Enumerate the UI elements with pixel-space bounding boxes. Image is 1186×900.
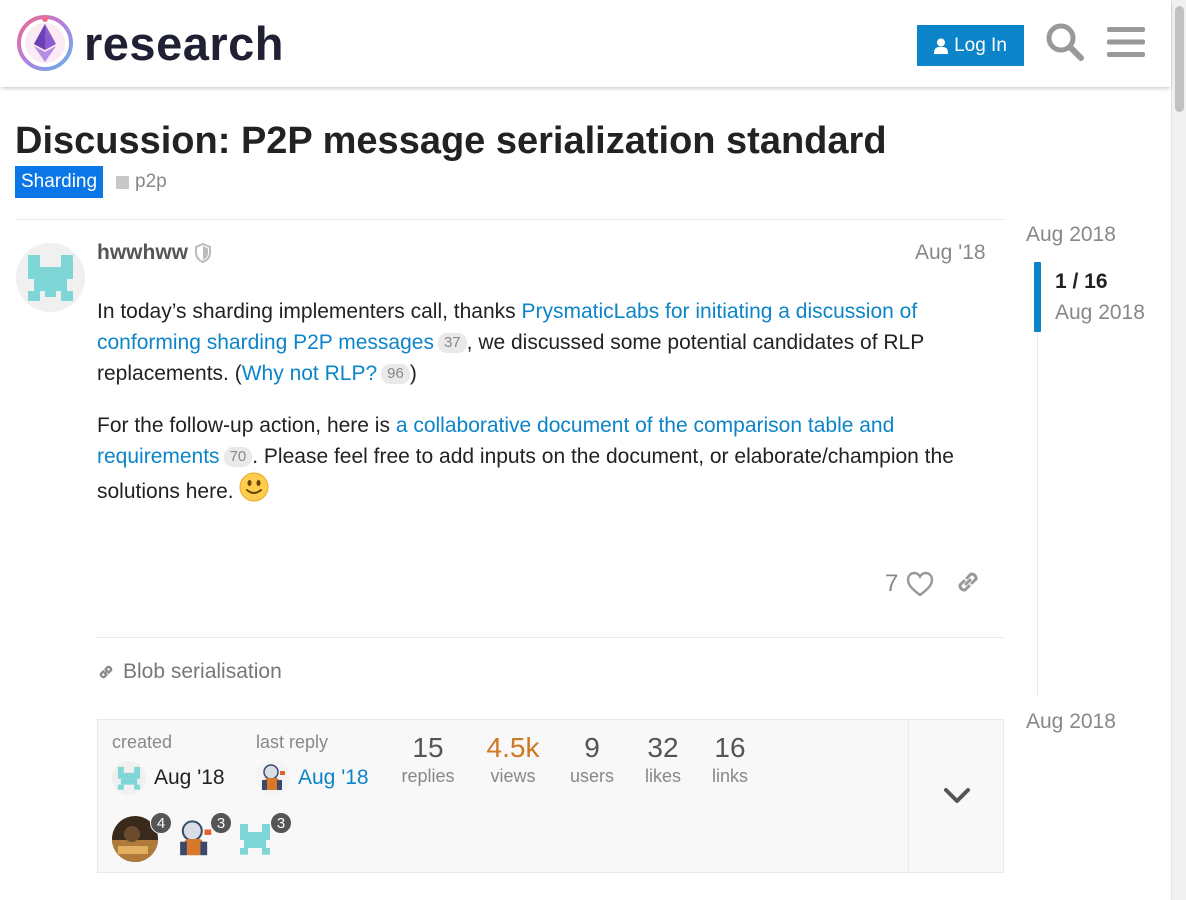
views-count: 4.5k	[486, 732, 540, 763]
stat-users: 9 users	[568, 732, 616, 787]
post-author[interactable]: hwwhww	[97, 241, 212, 265]
hamburger-menu-icon	[1107, 27, 1145, 57]
slightly-smiling-face-icon	[239, 472, 269, 502]
login-label: Log In	[954, 34, 1007, 56]
identicon-avatar-icon	[16, 243, 85, 312]
timeline-end-date[interactable]: Aug 2018	[1026, 710, 1116, 734]
like-button[interactable]: 7	[885, 570, 934, 598]
divider	[15, 219, 1004, 220]
participant-avatar[interactable]: 3	[232, 812, 292, 862]
like-count: 7	[885, 570, 899, 597]
post-text: For the follow-up action, here is	[97, 414, 396, 437]
timeline-scroll-handle[interactable]	[1034, 262, 1041, 332]
last-replier-avatar[interactable]	[256, 761, 290, 795]
identicon-avatar-icon	[112, 761, 146, 795]
shield-icon	[195, 243, 211, 263]
participant-post-count: 4	[150, 812, 172, 834]
tag-label: p2p	[135, 171, 167, 192]
astronaut-avatar-icon	[256, 761, 290, 795]
topic-map: created Aug '18 last reply Aug '18 15 re…	[97, 719, 1004, 873]
participants-list: 4 3 3	[112, 812, 292, 862]
user-icon	[934, 38, 949, 54]
search-button[interactable]	[1043, 20, 1087, 64]
why-not-rlp-link[interactable]: Why not RLP?	[242, 362, 377, 385]
created-info: created Aug '18	[112, 732, 225, 795]
tag-p2p[interactable]: p2p	[116, 166, 167, 198]
likes-label: likes	[644, 766, 681, 786]
ethereum-logo-icon	[17, 15, 73, 71]
site-logo[interactable]: research	[16, 14, 284, 72]
timeline-position-date: Aug 2018	[1055, 301, 1145, 324]
divider	[97, 637, 1004, 638]
share-link-button[interactable]	[954, 568, 982, 601]
participant-avatar[interactable]: 4	[112, 812, 172, 862]
tag-square-icon	[116, 175, 129, 189]
linked-topic[interactable]: Blob serialisation	[97, 660, 282, 684]
heart-icon	[907, 571, 934, 597]
linked-topic-title[interactable]: Blob serialisation	[123, 660, 282, 684]
scrollbar-thumb[interactable]	[1175, 6, 1184, 112]
last-reply-info[interactable]: last reply Aug '18	[256, 732, 369, 795]
likes-count: 32	[647, 732, 679, 763]
stat-likes: 32 likes	[641, 732, 685, 787]
links-count: 16	[714, 732, 746, 763]
participant-avatar[interactable]: 3	[172, 812, 232, 862]
post-paragraph-2: For the follow-up action, here is a coll…	[97, 410, 987, 507]
search-icon	[1046, 23, 1084, 61]
users-count: 9	[584, 732, 600, 763]
last-reply-date[interactable]: Aug '18	[298, 766, 369, 790]
topic-map-summary: created Aug '18 last reply Aug '18 15 re…	[98, 720, 908, 872]
menu-button[interactable]	[1104, 20, 1148, 64]
link-icon	[958, 572, 978, 591]
site-name: research	[84, 16, 284, 70]
timeline-position: 1 / 16	[1055, 270, 1108, 293]
post-body: In today’s sharding implementers call, t…	[97, 296, 987, 528]
post-text: In today’s sharding implementers call, t…	[97, 300, 522, 323]
link-click-count: 37	[437, 333, 467, 353]
created-date: Aug '18	[154, 766, 225, 789]
last-reply-label: last reply	[256, 732, 329, 752]
page-scrollbar[interactable]	[1171, 0, 1186, 900]
links-label: links	[711, 766, 748, 786]
username[interactable]: hwwhww	[97, 241, 188, 265]
link-click-count: 70	[223, 447, 253, 467]
views-label: views	[490, 766, 536, 786]
post-actions: 7	[885, 565, 982, 603]
created-label: created	[112, 732, 173, 752]
users-label: users	[569, 766, 614, 786]
participant-post-count: 3	[270, 812, 292, 834]
site-header: research Log In	[0, 0, 1171, 87]
post-paragraph-1: In today’s sharding implementers call, t…	[97, 296, 987, 389]
replies-count: 15	[412, 732, 444, 763]
stat-replies: 15 replies	[400, 732, 456, 787]
expand-topic-map-button[interactable]	[908, 720, 1004, 872]
stat-views: 4.5k views	[483, 732, 543, 787]
creator-avatar[interactable]	[112, 761, 146, 795]
link-click-count: 96	[381, 364, 410, 384]
timeline-start-date[interactable]: Aug 2018	[1026, 223, 1116, 247]
topic-title[interactable]: Discussion: P2P message serialization st…	[15, 120, 887, 163]
author-avatar[interactable]	[16, 243, 85, 312]
post-text: )	[409, 362, 417, 385]
login-button[interactable]: Log In	[917, 25, 1024, 66]
stat-links: 16 links	[708, 732, 752, 787]
link-icon	[99, 665, 113, 679]
participant-post-count: 3	[210, 812, 232, 834]
category-badge[interactable]: Sharding	[15, 166, 104, 198]
post-date[interactable]: Aug '18	[915, 241, 986, 265]
chevron-down-icon	[943, 788, 970, 803]
replies-label: replies	[401, 766, 455, 786]
